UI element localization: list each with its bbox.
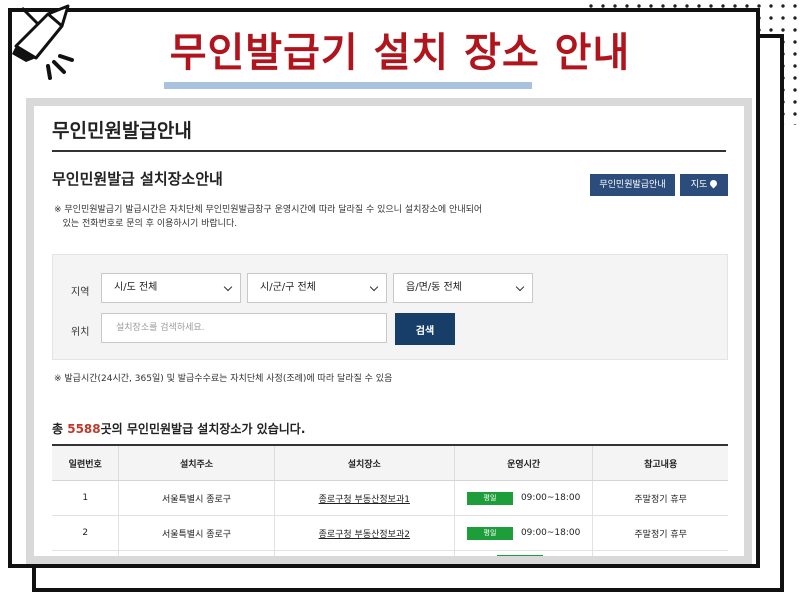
notice-hours: ※ 무인민원발급기 발급시간은 자치단체 무인민원발급창구 운영시간에 따라 달… (54, 203, 714, 231)
weekday-badge: 평일 (466, 526, 513, 540)
header-note: 참고내용 (592, 445, 728, 481)
row-hours: 09:00~18:00 (520, 493, 581, 503)
sigungu-select-value: 시/군/구 전체 (260, 282, 316, 293)
table-row: 평일 (52, 550, 728, 556)
chevron-down-icon (223, 282, 233, 292)
row-serial-no (52, 550, 119, 556)
map-pin-icon (708, 178, 719, 189)
page-title: 무인민원발급안내 (52, 120, 192, 142)
sido-select-value: 시/도 전체 (114, 282, 158, 293)
row-place-cell: 종로구청 부동산정보과1 (273, 480, 455, 516)
row-hours-cell: 평일 09:00~18:00 (453, 515, 593, 551)
banner-title: 무인발급기 설치 장소 안내 (169, 30, 631, 76)
notice-hours-line2: 있는 전화번호로 문의 후 이용하시기 바랍니다. (62, 219, 238, 229)
result-count-prefix: 총 (52, 422, 68, 436)
header-address: 설치주소 (118, 445, 275, 481)
search-form: 지역 시/도 전체 시/군/구 전체 읍/면/동 전체 위치 검색 (52, 254, 728, 360)
chevron-down-icon (369, 282, 379, 292)
result-count-suffix: 곳의 무인민원발급 설치장소가 있습니다. (100, 422, 306, 436)
chevron-down-icon (515, 282, 525, 292)
guide-button[interactable]: 무인민원발급안내 (590, 174, 675, 196)
section-title: 무인민원발급 설치장소안내 (52, 170, 223, 188)
row-hours: 09:00~18:00 (520, 528, 581, 538)
banner-underline (164, 82, 532, 89)
region-label: 지역 (71, 287, 90, 298)
row-address: 서울특별시 종로구 (118, 515, 275, 551)
row-hours-cell: 평일 (453, 550, 593, 556)
location-search-input[interactable] (101, 313, 387, 343)
weekday-badge: 평일 (466, 491, 513, 505)
header-place: 설치장소 (273, 445, 455, 481)
map-button[interactable]: 지도 (680, 174, 728, 196)
notice-hours-line1: ※ 무인민원발급기 발급시간은 자치단체 무인민원발급창구 운영시간에 따라 달… (54, 205, 483, 215)
result-count-text: 총 5588곳의 무인민원발급 설치장소가 있습니다. (52, 420, 305, 437)
eupmyeondong-select[interactable]: 읍/면/동 전체 (393, 273, 533, 303)
row-place-cell (273, 550, 455, 556)
row-note: 주말정기 휴무 (592, 515, 728, 551)
locations-table: 일련번호 설치주소 설치장소 운영시간 참고내용 1 서울특별시 종로구 종로구… (52, 444, 728, 556)
sido-select[interactable]: 시/도 전체 (101, 273, 241, 303)
row-place-link[interactable]: 종로구청 부동산정보과2 (319, 530, 410, 540)
weekday-badge: 평일 (496, 555, 543, 556)
row-place-link[interactable]: 종로구청 부동산정보과1 (319, 495, 410, 505)
table-header-row: 일련번호 설치주소 설치장소 운영시간 참고내용 (52, 445, 728, 481)
row-place-cell: 종로구청 부동산정보과2 (273, 515, 455, 551)
title-divider (52, 150, 726, 152)
eupmyeondong-select-value: 읍/면/동 전체 (406, 282, 462, 293)
table-row: 1 서울특별시 종로구 종로구청 부동산정보과1 평일 09:00~18:00 주… (52, 480, 728, 516)
result-count-number: 5588 (67, 422, 101, 436)
web-page: 무인민원발급안내 무인민원발급 설치장소안내 무인민원발급안내 지도 ※ 무인민… (34, 106, 744, 556)
sigungu-select[interactable]: 시/군/구 전체 (247, 273, 387, 303)
table-row: 2 서울특별시 종로구 종로구청 부동산정보과2 평일 09:00~18:00 주… (52, 515, 728, 551)
row-address: 서울특별시 종로구 (118, 480, 275, 516)
header-hours: 운영시간 (453, 445, 593, 481)
header-serial-no: 일련번호 (52, 445, 119, 481)
location-label: 위치 (71, 327, 90, 338)
notice-fee: ※ 발급시간(24시간, 365일) 및 발급수수료는 자치단체 사정(조례)에… (54, 374, 393, 384)
row-hours-cell: 평일 09:00~18:00 (453, 480, 593, 516)
row-note (592, 550, 728, 556)
row-serial-no: 1 (52, 480, 119, 516)
row-note: 주말정기 휴무 (592, 480, 728, 516)
row-address (118, 550, 275, 556)
map-button-label: 지도 (690, 180, 708, 190)
row-serial-no: 2 (52, 515, 119, 551)
search-button[interactable]: 검색 (395, 313, 455, 345)
screenshot-panel: 무인민원발급안내 무인민원발급 설치장소안내 무인민원발급안내 지도 ※ 무인민… (26, 98, 752, 564)
